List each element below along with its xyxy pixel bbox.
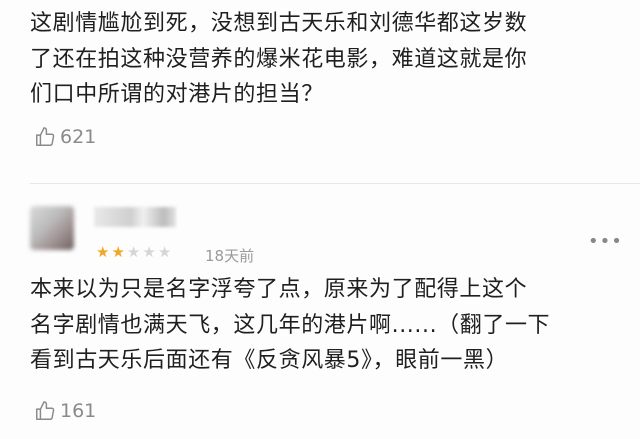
star-rating: ★ ★ ★ ★ ★ (96, 245, 173, 260)
like-count: 161 (60, 400, 97, 422)
like-button[interactable]: 621 (34, 126, 96, 148)
comment-text: 这剧情尴尬到死，没想到古天乐和刘德华都这岁数 了还在拍这种没营养的爆米花电影，难… (30, 6, 630, 113)
star-icon: ★ (96, 243, 110, 261)
comment-text-line: 们口中所谓的对港片的担当？ (30, 82, 324, 107)
comment-date: 18天前 (205, 247, 255, 265)
avatar[interactable] (30, 206, 74, 250)
divider (30, 183, 640, 184)
thumbs-up-icon (36, 127, 55, 146)
comment-text-line: 本来以为只是名字浮夸了点，原来为了配得上这个 (30, 277, 528, 302)
username-blurred[interactable] (94, 207, 176, 227)
star-icon: ★ (126, 243, 141, 261)
like-button[interactable]: 161 (34, 400, 96, 422)
comment-text-line: 名字剧情也满天飞，这几年的港片啊......（翻了一下 (30, 312, 551, 338)
comment-text-line: 看到古天乐后面还有《反贪风暴5》，眼前一黑） (30, 348, 509, 373)
star-icon: ★ (142, 243, 156, 261)
comment-text-line: 这剧情尴尬到死，没想到古天乐和刘德华都这岁数 (30, 11, 528, 36)
comment-text: 本来以为只是名字浮夸了点，原来为了配得上这个 名字剧情也满天飞，这几年的港片啊.… (30, 272, 630, 379)
comment-text-line: 了还在拍这种没营养的爆米花电影，难道这就是你 (30, 46, 528, 72)
like-count: 621 (60, 126, 97, 148)
star-icon: ★ (157, 243, 172, 261)
star-icon: ★ (111, 243, 125, 261)
thumbs-up-icon (36, 401, 55, 420)
more-icon[interactable]: ••• (588, 231, 623, 252)
